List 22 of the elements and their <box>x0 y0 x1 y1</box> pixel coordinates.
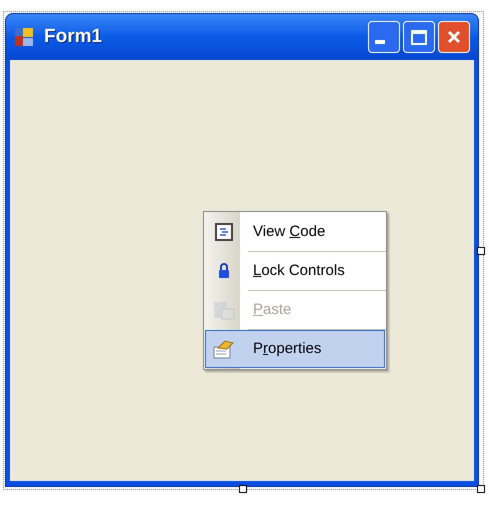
close-icon <box>447 30 461 44</box>
close-button[interactable] <box>438 21 470 53</box>
lock-icon <box>218 263 230 279</box>
resize-handle[interactable] <box>239 485 247 493</box>
maximize-button[interactable] <box>403 21 435 53</box>
resize-handle[interactable] <box>477 247 485 255</box>
menu-item-label: Paste <box>253 300 292 320</box>
minimize-icon <box>375 40 385 44</box>
properties-icon <box>213 339 235 359</box>
code-file-icon <box>215 223 233 241</box>
menu-item[interactable]: Properties <box>205 330 385 368</box>
resize-handle[interactable] <box>477 485 485 493</box>
menu-item-label: Properties <box>253 338 322 359</box>
form-icon <box>14 27 34 47</box>
menu-item[interactable]: View Code <box>205 213 385 251</box>
menu-item-label: View Code <box>253 222 326 242</box>
maximize-icon <box>411 30 427 44</box>
minimize-button[interactable] <box>368 21 400 53</box>
menu-item-label: Lock Controls <box>253 260 345 281</box>
menu-item[interactable]: Lock Controls <box>205 252 385 290</box>
clipboard-icon <box>213 300 235 320</box>
window-title: Form1 <box>44 24 102 49</box>
